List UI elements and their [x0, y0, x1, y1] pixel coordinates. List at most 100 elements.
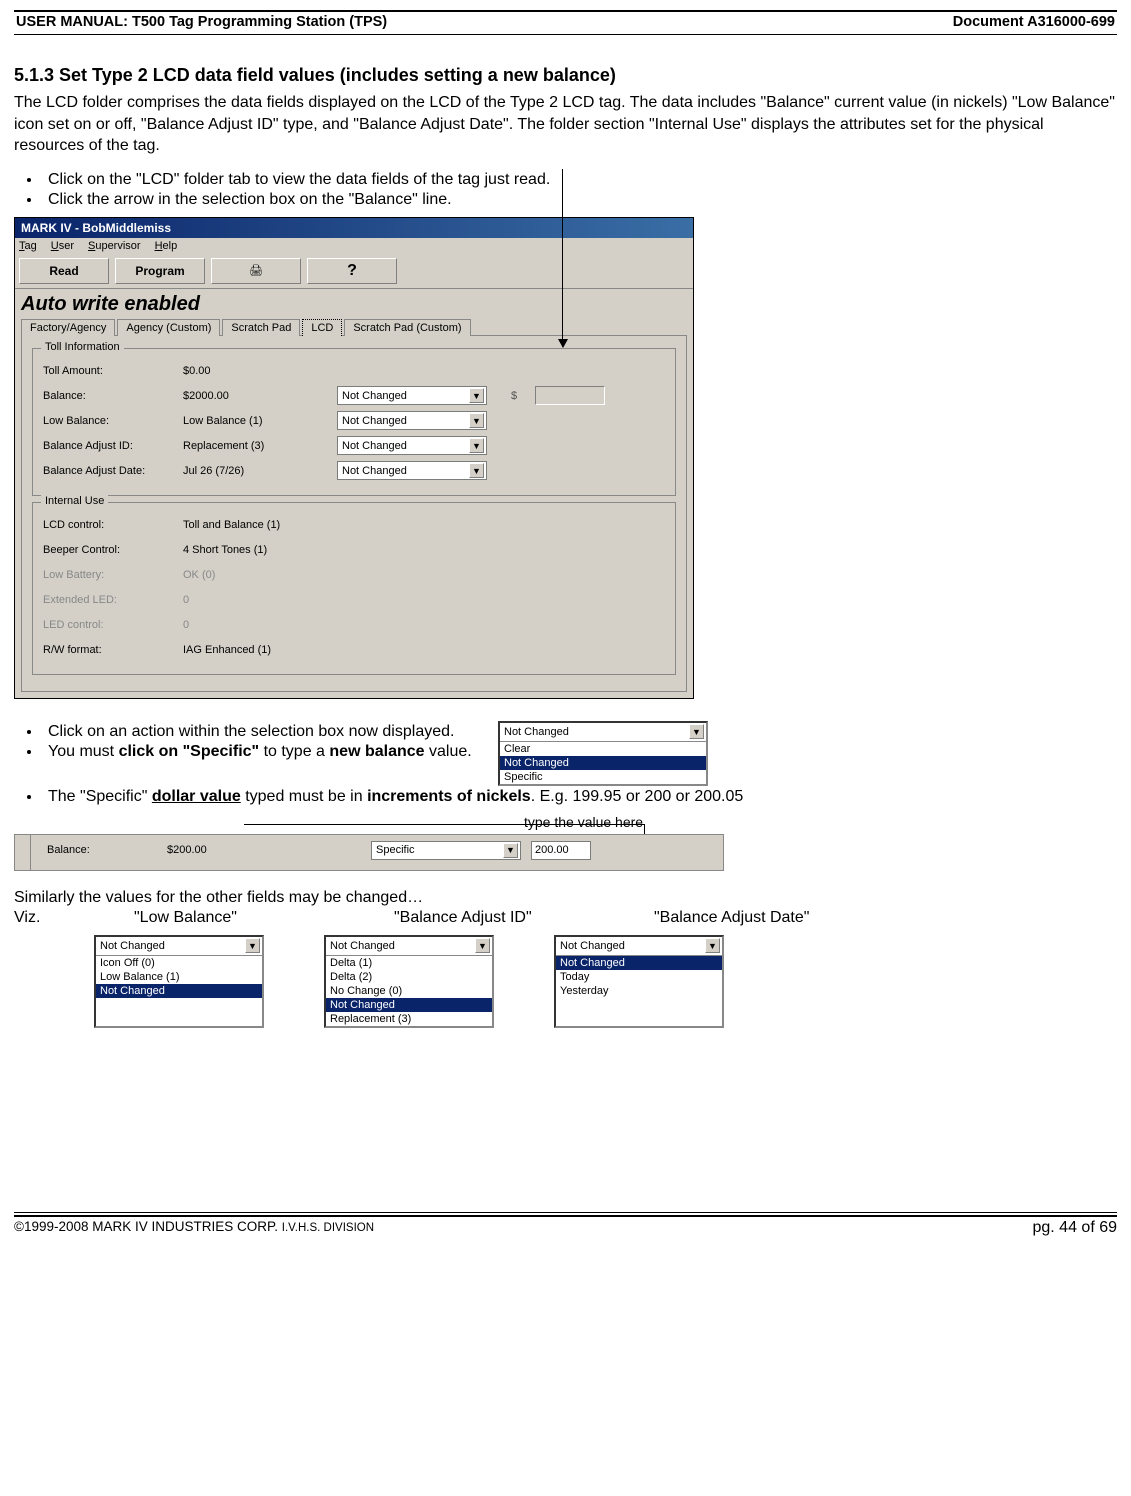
- balance-strip: Balance: $200.00 Specific ▼ 200.00: [14, 834, 724, 871]
- dropdown-action-list[interactable]: Not Changed ▼ Clear Not Changed Specific: [498, 721, 708, 786]
- scrollbar[interactable]: [15, 835, 31, 870]
- combo-adjust-id-text: Not Changed: [342, 440, 407, 452]
- dollar-label: $: [511, 390, 517, 402]
- dd-aid-opt-3[interactable]: Not Changed: [326, 998, 492, 1012]
- toll-info-group: Toll Information Toll Amount: $0.00 Bala…: [32, 348, 676, 496]
- header-left: USER MANUAL: T500 Tag Programming Statio…: [16, 14, 387, 30]
- footer-copyright: ©1999-2008 MARK IV INDUSTRIES CORP. I.V.…: [14, 1219, 374, 1237]
- dd-aid-top: Not Changed: [330, 940, 395, 952]
- chevron-down-icon[interactable]: ▼: [469, 463, 484, 478]
- strip-combo-specific[interactable]: Specific ▼: [371, 841, 521, 860]
- chevron-down-icon[interactable]: ▼: [469, 388, 484, 403]
- bullet-list-a: Click on the "LCD" folder tab to view th…: [14, 171, 1117, 209]
- balance-amount-input[interactable]: [535, 386, 605, 405]
- dd-ad-opt-2[interactable]: Yesterday: [556, 984, 722, 998]
- dd-action-top: Not Changed: [504, 726, 569, 738]
- combo-adjust-date[interactable]: Not Changed ▼: [337, 461, 487, 480]
- lcd-panel: Toll Information Toll Amount: $0.00 Bala…: [21, 335, 687, 692]
- bullet-b-1: Click on an action within the selection …: [42, 723, 484, 741]
- value-led-control: 0: [183, 619, 333, 631]
- chevron-down-icon[interactable]: ▼: [475, 938, 490, 953]
- value-lcd-control: Toll and Balance (1): [183, 519, 333, 531]
- menu-tag[interactable]: Tag: [19, 240, 37, 252]
- tab-scratch-pad-custom[interactable]: Scratch Pad (Custom): [344, 319, 470, 336]
- viz-col-adjustid: "Balance Adjust ID": [394, 909, 594, 927]
- dd-aid-opt-0[interactable]: Delta (1): [326, 956, 492, 970]
- bullet-a-1: Click the arrow in the selection box on …: [42, 191, 1117, 209]
- combo-adjust-date-text: Not Changed: [342, 465, 407, 477]
- label-adjust-id: Balance Adjust ID:: [43, 440, 183, 452]
- chevron-down-icon[interactable]: ▼: [689, 724, 704, 739]
- row-rw-format: R/W format: IAG Enhanced (1): [43, 639, 665, 661]
- dd-lb-opt-1[interactable]: Low Balance (1): [96, 970, 262, 984]
- titlebar: MARK IV - BobMiddlemiss: [15, 218, 693, 238]
- dd-action-opt-notchanged[interactable]: Not Changed: [500, 756, 706, 770]
- combo-adjust-id[interactable]: Not Changed ▼: [337, 436, 487, 455]
- section-heading: 5.1.3 Set Type 2 LCD data field values (…: [14, 65, 1117, 86]
- dropdown-adjust-id[interactable]: Not Changed ▼ Delta (1) Delta (2) No Cha…: [324, 935, 494, 1028]
- label-low-battery: Low Battery:: [43, 569, 183, 581]
- dd-action-opt-specific[interactable]: Specific: [500, 770, 706, 784]
- print-icon[interactable]: 🖨: [211, 258, 301, 284]
- label-led-control: LED control:: [43, 619, 183, 631]
- dd-ad-opt-1[interactable]: Today: [556, 970, 722, 984]
- strip-amount-input[interactable]: 200.00: [531, 841, 591, 860]
- internal-use-group: Internal Use LCD control: Toll and Balan…: [32, 502, 676, 675]
- strip-label-balance: Balance:: [47, 844, 167, 856]
- row-lcd-control: LCD control: Toll and Balance (1): [43, 514, 665, 536]
- chevron-down-icon[interactable]: ▼: [503, 843, 518, 858]
- menubar: Tag User Supervisor Help: [15, 238, 693, 254]
- footer-page: pg. 44 of 69: [1032, 1219, 1117, 1237]
- label-beeper: Beeper Control:: [43, 544, 183, 556]
- similarly-text: Similarly the values for the other field…: [14, 889, 1117, 907]
- bullet-a-0: Click on the "LCD" folder tab to view th…: [42, 171, 1117, 189]
- menu-user[interactable]: User: [51, 240, 74, 252]
- row-low-battery: Low Battery: OK (0): [43, 564, 665, 586]
- dd-ad-top: Not Changed: [560, 940, 625, 952]
- label-adjust-date: Balance Adjust Date:: [43, 465, 183, 477]
- dropdown-adjust-date[interactable]: Not Changed ▼ Not Changed Today Yesterda…: [554, 935, 724, 1028]
- menu-supervisor[interactable]: Supervisor: [88, 240, 141, 252]
- value-toll-amount: $0.00: [183, 365, 333, 377]
- program-button[interactable]: Program: [115, 258, 205, 284]
- dd-lb-opt-0[interactable]: Icon Off (0): [96, 956, 262, 970]
- read-button[interactable]: Read: [19, 258, 109, 284]
- dd-ad-opt-0[interactable]: Not Changed: [556, 956, 722, 970]
- label-ext-led: Extended LED:: [43, 594, 183, 606]
- dd-aid-opt-4[interactable]: Replacement (3): [326, 1012, 492, 1026]
- value-low-balance: Low Balance (1): [183, 415, 333, 427]
- tab-lcd[interactable]: LCD: [302, 319, 342, 336]
- dd-aid-opt-2[interactable]: No Change (0): [326, 984, 492, 998]
- auto-write-label: Auto write enabled: [15, 289, 693, 318]
- internal-use-title: Internal Use: [41, 495, 108, 507]
- dd-aid-opt-1[interactable]: Delta (2): [326, 970, 492, 984]
- pointer-arrow: [562, 169, 563, 347]
- row-beeper: Beeper Control: 4 Short Tones (1): [43, 539, 665, 561]
- tab-factory-agency[interactable]: Factory/Agency: [21, 319, 115, 336]
- chevron-down-icon[interactable]: ▼: [469, 413, 484, 428]
- chevron-down-icon[interactable]: ▼: [705, 938, 720, 953]
- toll-info-title: Toll Information: [41, 341, 124, 353]
- tab-scratch-pad[interactable]: Scratch Pad: [222, 319, 300, 336]
- help-icon[interactable]: ?: [307, 258, 397, 284]
- dd-lb-opt-2[interactable]: Not Changed: [96, 984, 262, 998]
- viz-col-adjustdate: "Balance Adjust Date": [654, 909, 854, 927]
- dd-action-opt-clear[interactable]: Clear: [500, 742, 706, 756]
- label-toll-amount: Toll Amount:: [43, 365, 183, 377]
- dd-lb-top: Not Changed: [100, 940, 165, 952]
- row-adjust-date: Balance Adjust Date: Jul 26 (7/26) Not C…: [43, 460, 665, 482]
- menu-help[interactable]: Help: [155, 240, 178, 252]
- bullet-b-2: You must click on "Specific" to type a n…: [42, 743, 484, 761]
- combo-low-balance[interactable]: Not Changed ▼: [337, 411, 487, 430]
- label-rw-format: R/W format:: [43, 644, 183, 656]
- chevron-down-icon[interactable]: ▼: [245, 938, 260, 953]
- tab-agency-custom[interactable]: Agency (Custom): [117, 319, 220, 336]
- row-balance: Balance: $2000.00 Not Changed ▼ $: [43, 385, 665, 407]
- viz-col-lowbalance: "Low Balance": [134, 909, 334, 927]
- chevron-down-icon[interactable]: ▼: [469, 438, 484, 453]
- label-lcd-control: LCD control:: [43, 519, 183, 531]
- combo-balance[interactable]: Not Changed ▼: [337, 386, 487, 405]
- tab-row: Factory/Agency Agency (Custom) Scratch P…: [15, 318, 693, 335]
- label-low-balance: Low Balance:: [43, 415, 183, 427]
- dropdown-low-balance[interactable]: Not Changed ▼ Icon Off (0) Low Balance (…: [94, 935, 264, 1028]
